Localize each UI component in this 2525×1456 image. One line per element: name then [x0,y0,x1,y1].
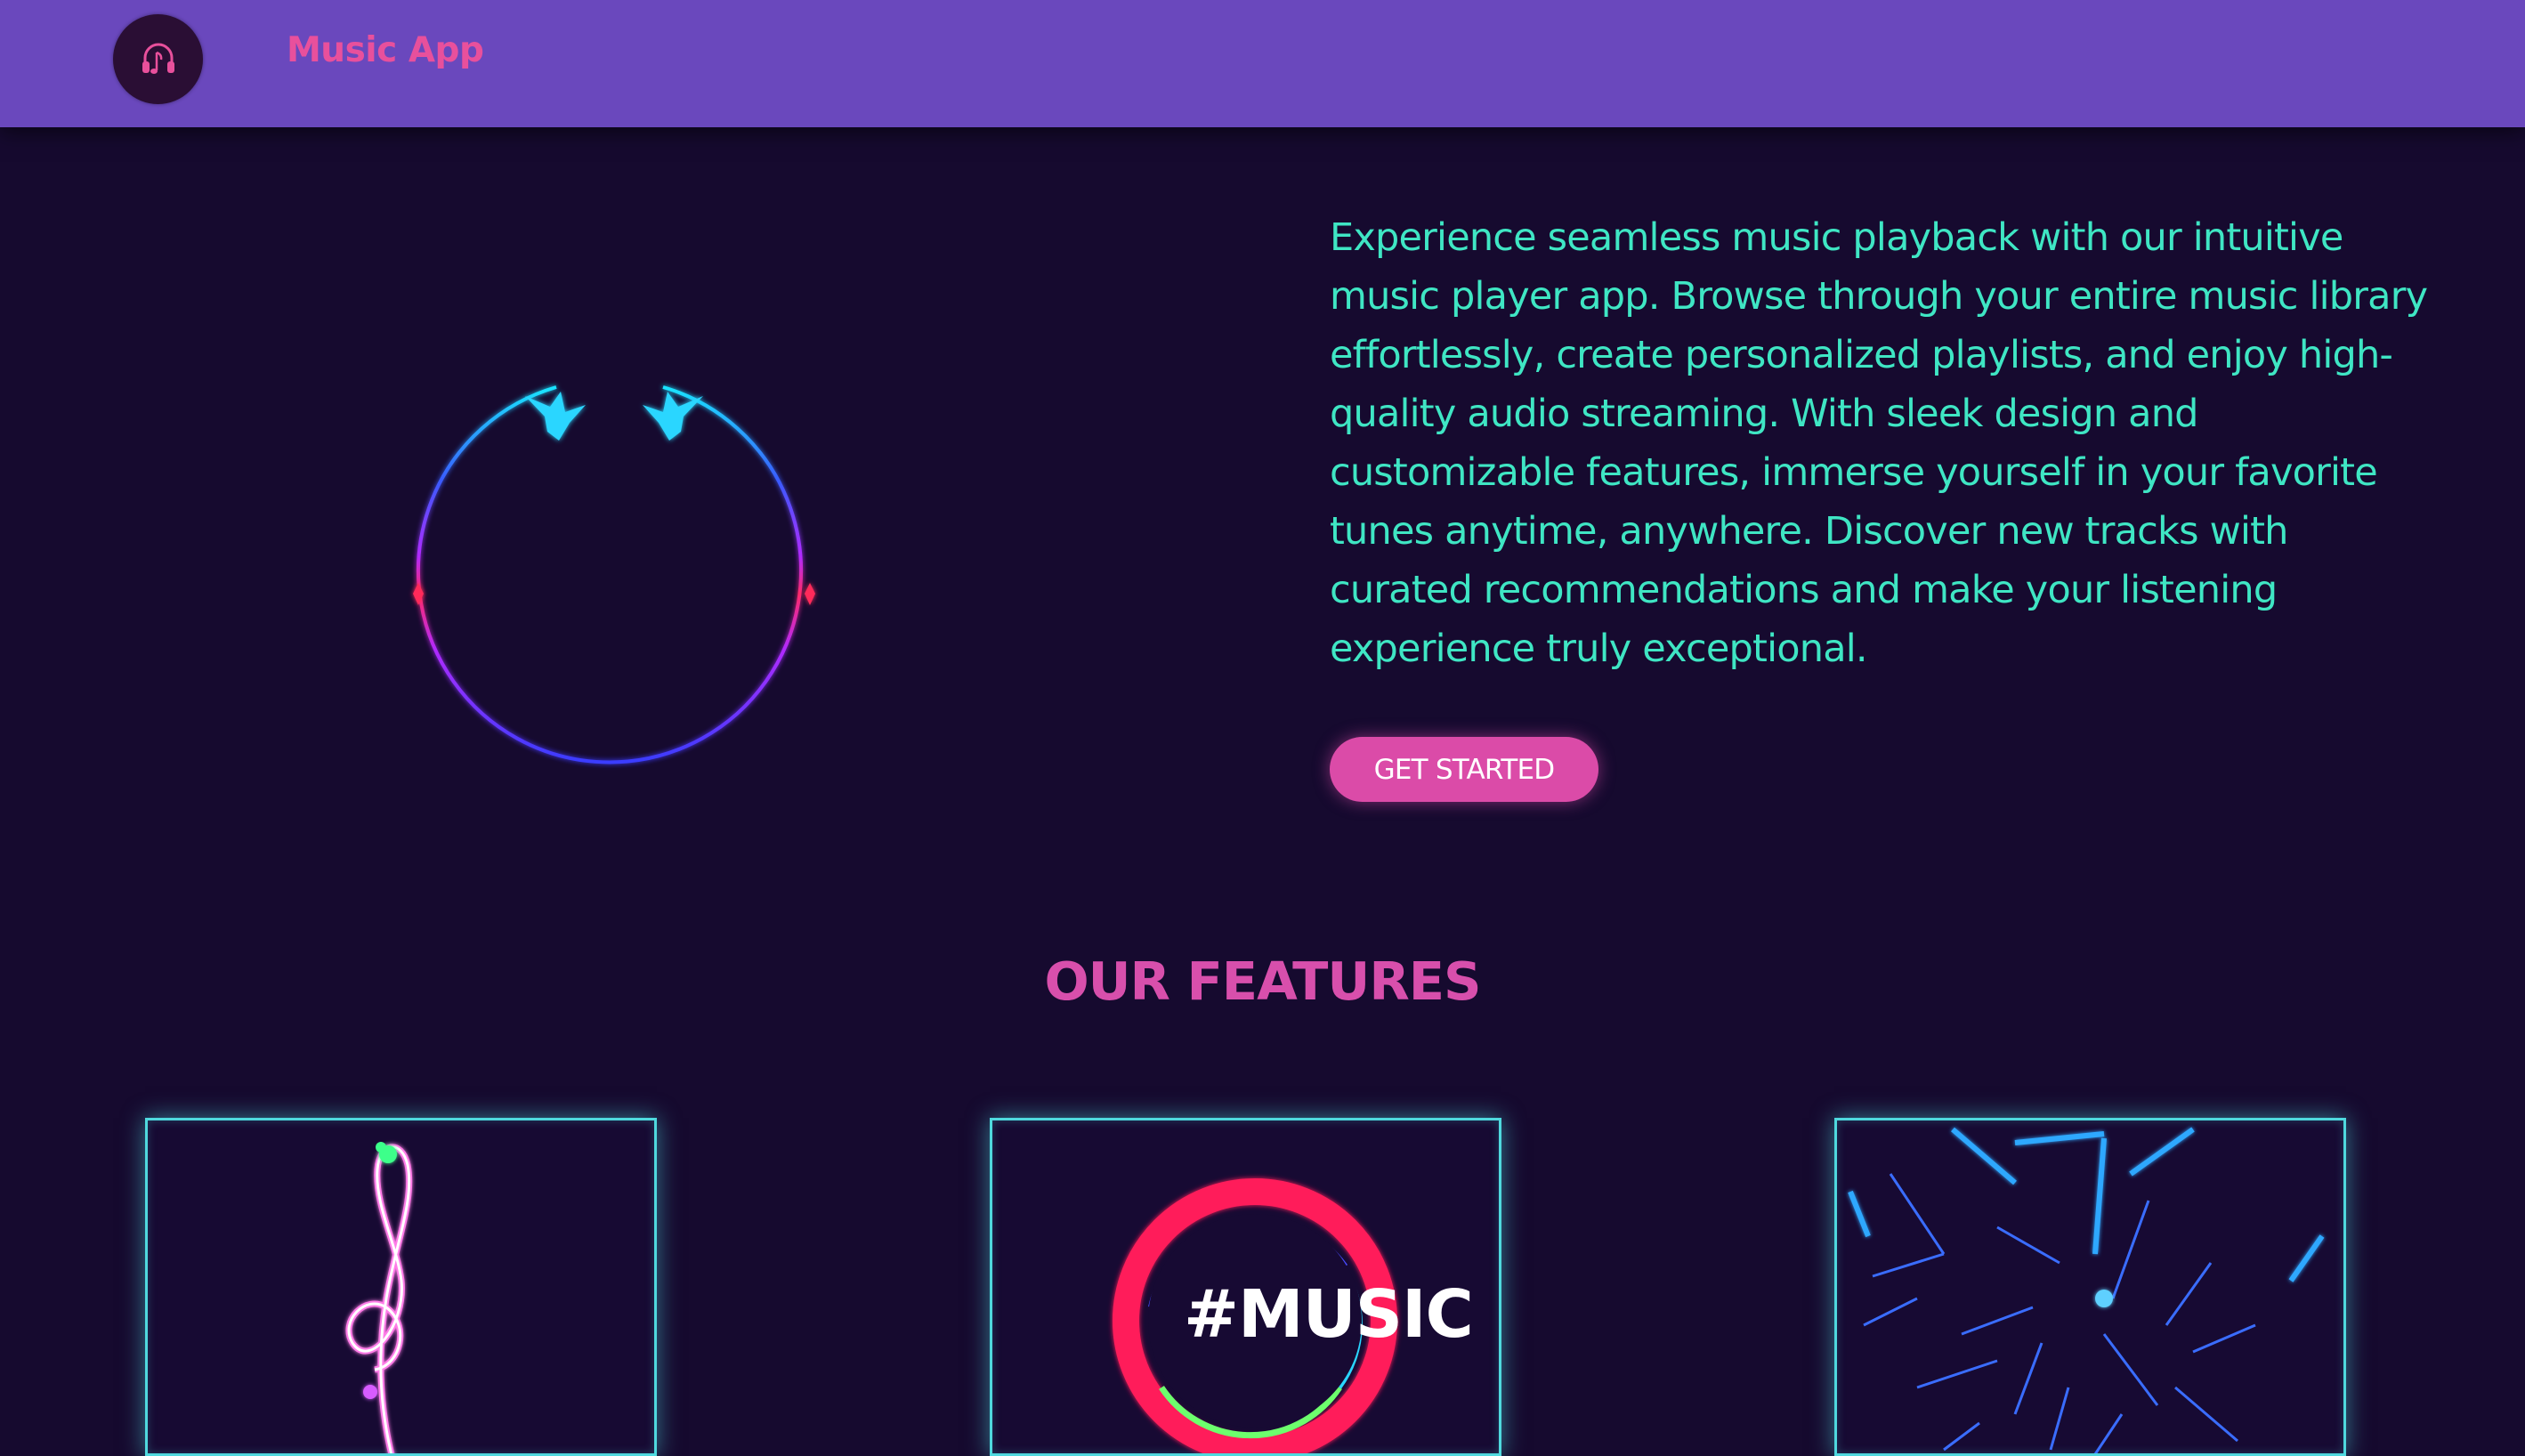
feature-card-treble-clef[interactable] [145,1118,657,1456]
brand-title[interactable]: Music App [287,30,484,70]
get-started-button[interactable]: GET STARTED [1330,737,1598,802]
headphones-music-note-icon [142,43,174,74]
navbar: Music App [0,0,2525,127]
music-overlay-text: #MUSIC [1184,1276,1474,1353]
audio-visualizer-image [392,360,837,788]
logo[interactable] [113,14,203,104]
hero-description: Experience seamless music playback with … [1330,215,2428,671]
treble-clef-image [345,1142,413,1453]
features-title: OUR FEATURES [1044,950,1481,1012]
feature-card-light-streaks[interactable] [1834,1118,2346,1456]
feature-card-music-ring[interactable]: #MUSIC [990,1118,1501,1456]
light-streaks-image [1848,1127,2325,1453]
